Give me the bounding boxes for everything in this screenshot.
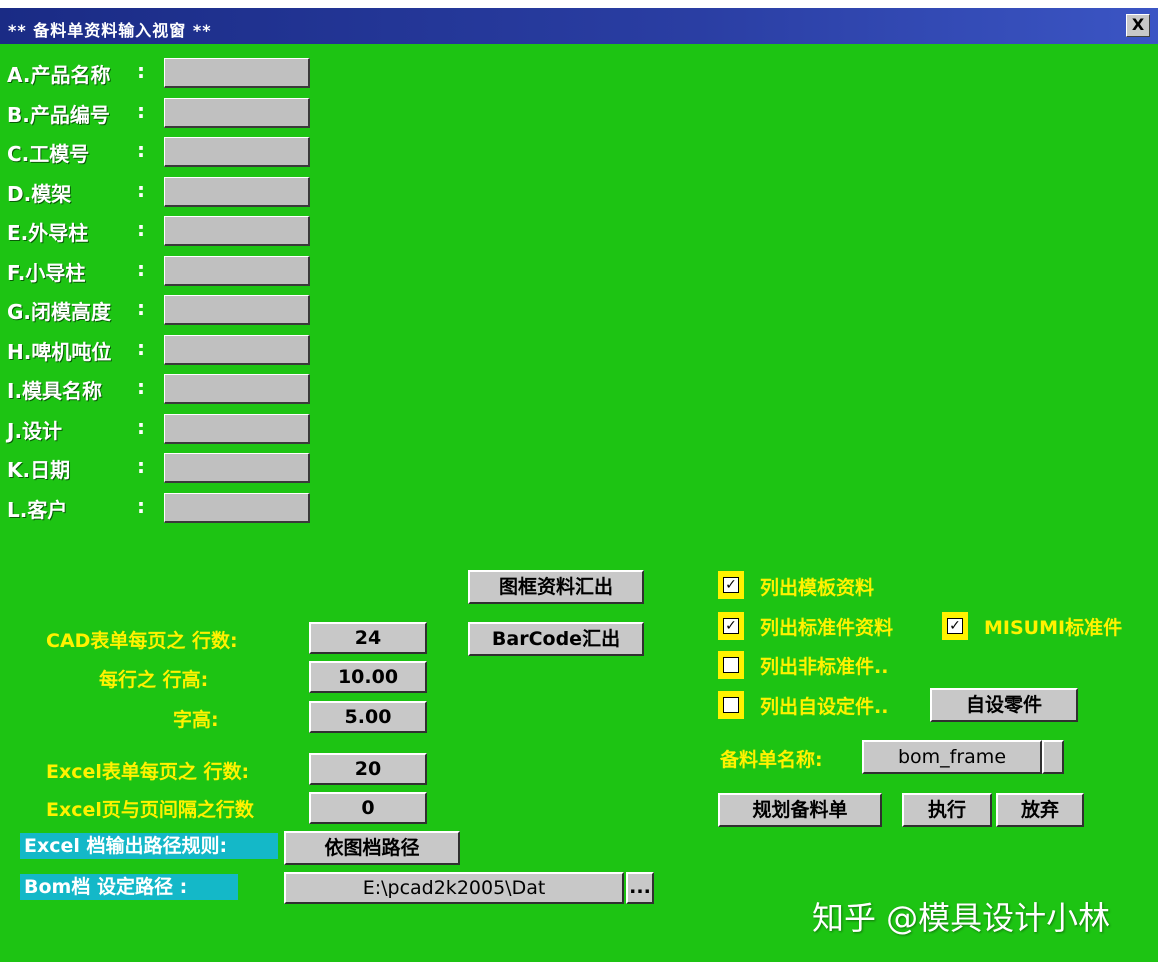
field-colon: : [137, 296, 145, 320]
template-data-checkbox[interactable]: ✓ [718, 571, 744, 599]
custom-parts-checkbox[interactable] [718, 691, 744, 719]
field-input[interactable] [164, 255, 310, 286]
non-standard-label: 列出非标准件.. [760, 656, 889, 678]
field-colon: : [137, 375, 145, 399]
bom-path-input[interactable]: E:\pcad2k2005\Dat [284, 872, 624, 904]
bom-name-label: 备料单名称: [720, 749, 823, 771]
check-icon [723, 697, 739, 713]
field-colon: : [137, 177, 145, 202]
field-input[interactable] [164, 216, 310, 246]
field-colon: : [137, 217, 145, 241]
custom-parts-label: 列出自设定件.. [760, 696, 889, 718]
dropdown-arrow-icon[interactable] [1042, 740, 1064, 774]
barcode-export-button[interactable]: BarCode汇出 [468, 622, 644, 656]
field-label: B.产品编号 [7, 102, 110, 127]
row-height-input[interactable]: 10.00 [309, 661, 427, 693]
check-icon [723, 657, 739, 673]
field-input[interactable] [164, 295, 310, 325]
check-icon: ✓ [947, 618, 963, 634]
field-colon: : [137, 138, 145, 162]
field-label: J.设计 [7, 418, 63, 443]
field-colon: : [137, 256, 145, 281]
excel-rows-label: Excel表单每页之 行数: [46, 761, 250, 783]
field-label: G.闭模高度 [7, 300, 112, 324]
field-label: C.工模号 [7, 142, 90, 166]
execute-button[interactable]: 执行 [902, 793, 992, 827]
field-input[interactable] [164, 97, 310, 128]
field-input[interactable] [164, 453, 310, 483]
standard-parts-label: 列出标准件资料 [760, 617, 894, 639]
field-input[interactable] [164, 137, 310, 167]
window-title: ** 备料单资料输入视窗 ** [8, 21, 212, 40]
check-icon: ✓ [723, 577, 739, 593]
field-input[interactable] [164, 334, 310, 365]
cad-rows-input[interactable]: 24 [309, 622, 427, 654]
close-button[interactable]: X [1126, 14, 1150, 37]
field-input[interactable] [164, 374, 310, 404]
excel-path-rule-label: Excel 档输出路径规则: [20, 833, 278, 859]
field-colon: : [137, 454, 145, 478]
follow-path-button[interactable]: 依图档路径 [284, 831, 460, 865]
excel-rows-input[interactable]: 20 [309, 753, 427, 785]
field-label: H.啤机吨位 [7, 339, 112, 364]
char-height-label: 字高: [173, 709, 219, 731]
field-colon: : [137, 493, 145, 518]
non-standard-checkbox[interactable] [718, 651, 744, 679]
cancel-button[interactable]: 放弃 [996, 793, 1084, 827]
watermark: 知乎 @模具设计小林 [812, 899, 1111, 937]
misumi-label: MISUMI标准件 [984, 617, 1123, 639]
standard-parts-checkbox[interactable]: ✓ [718, 612, 744, 640]
frame-export-button[interactable]: 图框资料汇出 [468, 570, 644, 604]
title-bar: ** 备料单资料输入视窗 ** X [0, 8, 1158, 44]
bom-path-label: Bom档 设定路径 : [20, 874, 238, 900]
field-colon: : [137, 59, 145, 83]
custom-parts-button[interactable]: 自设零件 [930, 688, 1078, 722]
field-label: E.外导柱 [7, 221, 89, 245]
misumi-checkbox[interactable]: ✓ [942, 612, 968, 640]
field-input[interactable] [164, 176, 310, 207]
row-height-label: 每行之 行高: [99, 669, 209, 691]
field-label: A.产品名称 [7, 63, 111, 87]
template-data-label: 列出模板资料 [760, 577, 875, 599]
field-label: I.模具名称 [7, 379, 103, 403]
field-colon: : [137, 335, 145, 360]
field-label: L.客户 [7, 497, 68, 522]
check-icon: ✓ [723, 618, 739, 634]
bom-name-select[interactable]: bom_frame [862, 740, 1042, 774]
field-colon: : [137, 98, 145, 123]
field-input[interactable] [164, 413, 310, 444]
field-colon: : [137, 414, 145, 439]
cad-rows-label: CAD表单每页之 行数: [46, 630, 238, 652]
field-label: D.模架 [7, 181, 72, 206]
field-input[interactable] [164, 58, 310, 88]
field-label: K.日期 [7, 458, 71, 482]
excel-gap-label: Excel页与页间隔之行数 [46, 799, 254, 821]
field-label: F.小导柱 [7, 260, 86, 285]
plan-bom-button[interactable]: 规划备料单 [718, 793, 882, 827]
field-input[interactable] [164, 492, 310, 523]
browse-button[interactable]: ... [626, 872, 654, 904]
excel-gap-input[interactable]: 0 [309, 792, 427, 824]
char-height-input[interactable]: 5.00 [309, 701, 427, 733]
